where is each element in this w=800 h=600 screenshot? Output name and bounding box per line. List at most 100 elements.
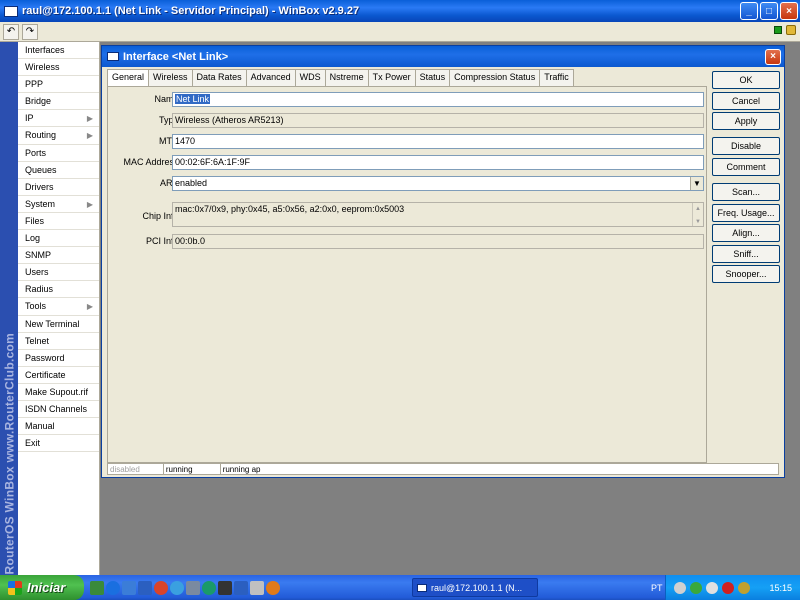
scan-button[interactable]: Scan...	[712, 183, 780, 201]
tab-advanced[interactable]: Advanced	[245, 69, 296, 86]
tab-wireless[interactable]: Wireless	[148, 69, 193, 86]
menu-item-system[interactable]: System ▶	[18, 196, 99, 213]
disable-button[interactable]: Disable	[712, 137, 780, 155]
chip-info-value: mac:0x7/0x9, phy:0x45, a5:0x56, a2:0x0, …	[175, 204, 405, 214]
menu-item-users[interactable]: Users	[18, 264, 99, 282]
menu-item-label: Files	[25, 215, 45, 226]
ok-button[interactable]: OK	[712, 71, 780, 89]
tab-traffic[interactable]: Traffic	[539, 69, 574, 86]
taskbar-winbox-button[interactable]: raul@172.100.1.1 (N...	[412, 578, 538, 597]
outlook-icon[interactable]	[122, 580, 136, 595]
language-indicator[interactable]: PT	[651, 583, 663, 593]
submenu-arrow-icon: ▶	[86, 302, 93, 312]
menu-item-label: Radius	[25, 284, 54, 295]
clock[interactable]: 15:15	[769, 583, 792, 593]
menu-item-make-supout-rif[interactable]: Make Supout.rif	[18, 384, 99, 401]
menu-item-manual[interactable]: Manual	[18, 418, 99, 436]
menu-item-label: Make Supout.rif	[25, 386, 89, 397]
show-desktop-icon[interactable]	[90, 580, 104, 595]
align-button[interactable]: Align...	[712, 224, 780, 242]
menu-item-drivers[interactable]: Drivers	[18, 179, 99, 196]
tab-general[interactable]: General	[107, 69, 150, 87]
chip-info-scrollbar[interactable]: ▲ ▼	[692, 203, 703, 226]
messenger-icon[interactable]	[202, 580, 216, 595]
menu-item-bridge[interactable]: Bridge	[18, 93, 99, 111]
submenu-arrow-icon: ▶	[86, 114, 93, 124]
menu-item-isdn-channels[interactable]: ISDN Channels	[18, 401, 99, 419]
mtu-field[interactable]: 1470	[172, 134, 704, 149]
scroll-down-icon[interactable]: ▼	[695, 216, 701, 226]
menu-item-label: Password	[25, 352, 65, 363]
status-running: running	[164, 464, 221, 474]
name-field[interactable]: Net Link	[172, 92, 704, 107]
menu-item-label: Routing	[25, 130, 57, 141]
menu-item-label: IP	[25, 113, 34, 124]
snooper-button[interactable]: Snooper...	[712, 265, 780, 283]
skype-icon[interactable]	[170, 580, 184, 595]
opera-icon[interactable]	[154, 580, 168, 595]
menu-item-files[interactable]: Files	[18, 213, 99, 231]
redo-button[interactable]: ↷	[22, 23, 38, 40]
cancel-button[interactable]: Cancel	[712, 92, 780, 110]
start-button[interactable]: Iniciar	[0, 575, 84, 600]
scroll-up-icon[interactable]: ▲	[695, 203, 701, 216]
firefox-icon[interactable]	[266, 580, 280, 595]
menu-item-ports[interactable]: Ports	[18, 145, 99, 162]
tab-status[interactable]: Status	[414, 69, 451, 86]
menu-item-ppp[interactable]: PPP	[18, 76, 99, 94]
word-document-icon[interactable]	[234, 580, 248, 595]
tab-data-rates[interactable]: Data Rates	[191, 69, 247, 86]
network-icon[interactable]	[186, 580, 200, 595]
mac-address-field[interactable]: 00:02:6F:6A:1F:9F	[172, 155, 704, 170]
dialog-title-bar[interactable]: Interface <Net Link> ×	[102, 46, 784, 67]
menu-item-queues[interactable]: Queues	[18, 162, 99, 179]
menu-item-radius[interactable]: Radius	[18, 281, 99, 299]
menu-item-interfaces[interactable]: Interfaces	[18, 42, 99, 60]
menu-item-wireless[interactable]: Wireless	[18, 59, 99, 77]
brand-strip: RouterOS WinBox www.RouterClub.com	[0, 42, 18, 575]
menu-item-exit[interactable]: Exit	[18, 435, 99, 453]
network-tray-icon[interactable]	[690, 581, 702, 594]
word-icon[interactable]	[138, 580, 152, 595]
menu-item-label: Queues	[25, 164, 57, 175]
menu-item-new-terminal[interactable]: New Terminal	[18, 316, 99, 333]
status-running-ap: running ap	[222, 465, 261, 474]
chevron-down-icon[interactable]: ▼	[690, 177, 703, 190]
toolbar-status	[774, 25, 796, 35]
undo-button[interactable]: ↶	[3, 23, 19, 40]
menu-item-telnet[interactable]: Telnet	[18, 333, 99, 350]
tab-wds[interactable]: WDS	[294, 69, 326, 86]
command-prompt-icon[interactable]	[218, 580, 232, 595]
maximize-button[interactable]: □	[760, 2, 778, 20]
menu-item-tools[interactable]: Tools ▶	[18, 298, 99, 316]
security-icon[interactable]	[738, 581, 750, 594]
internet-explorer-icon[interactable]	[106, 580, 120, 595]
app-icon[interactable]	[250, 580, 264, 595]
menu-item-log[interactable]: Log	[18, 230, 99, 248]
help-icon[interactable]	[674, 581, 686, 594]
menu-item-snmp[interactable]: SNMP	[18, 247, 99, 265]
dialog-status-bar: disabled running running ap	[107, 463, 779, 475]
sniff-button[interactable]: Sniff...	[712, 245, 780, 263]
menu-item-certificate[interactable]: Certificate	[18, 367, 99, 384]
arp-value: enabled	[175, 178, 208, 188]
menu-item-password[interactable]: Password	[18, 350, 99, 367]
menu-item-label: Manual	[25, 421, 55, 432]
network-disconnected-icon[interactable]	[722, 581, 734, 594]
menu-item-routing[interactable]: Routing ▶	[18, 127, 99, 145]
main-title-bar[interactable]: raul@172.100.1.1 (Net Link - Servidor Pr…	[0, 0, 800, 22]
tab-compression-status[interactable]: Compression Status	[449, 69, 541, 86]
menu-item-ip[interactable]: IP ▶	[18, 110, 99, 128]
start-label: Iniciar	[27, 580, 66, 595]
freq-usage-button[interactable]: Freq. Usage...	[712, 204, 780, 222]
close-button[interactable]: ×	[780, 2, 798, 20]
minimize-button[interactable]: _	[740, 2, 758, 20]
dialog-close-button[interactable]: ×	[765, 48, 781, 65]
tab-nstreme[interactable]: Nstreme	[324, 69, 369, 86]
tab-tx-power[interactable]: Tx Power	[367, 69, 416, 86]
apply-button[interactable]: Apply	[712, 112, 780, 130]
arp-select[interactable]: enabled ▼	[172, 176, 704, 191]
window-title: raul@172.100.1.1 (Net Link - Servidor Pr…	[22, 5, 360, 17]
comment-button[interactable]: Comment	[712, 158, 780, 176]
volume-icon[interactable]	[706, 581, 718, 594]
